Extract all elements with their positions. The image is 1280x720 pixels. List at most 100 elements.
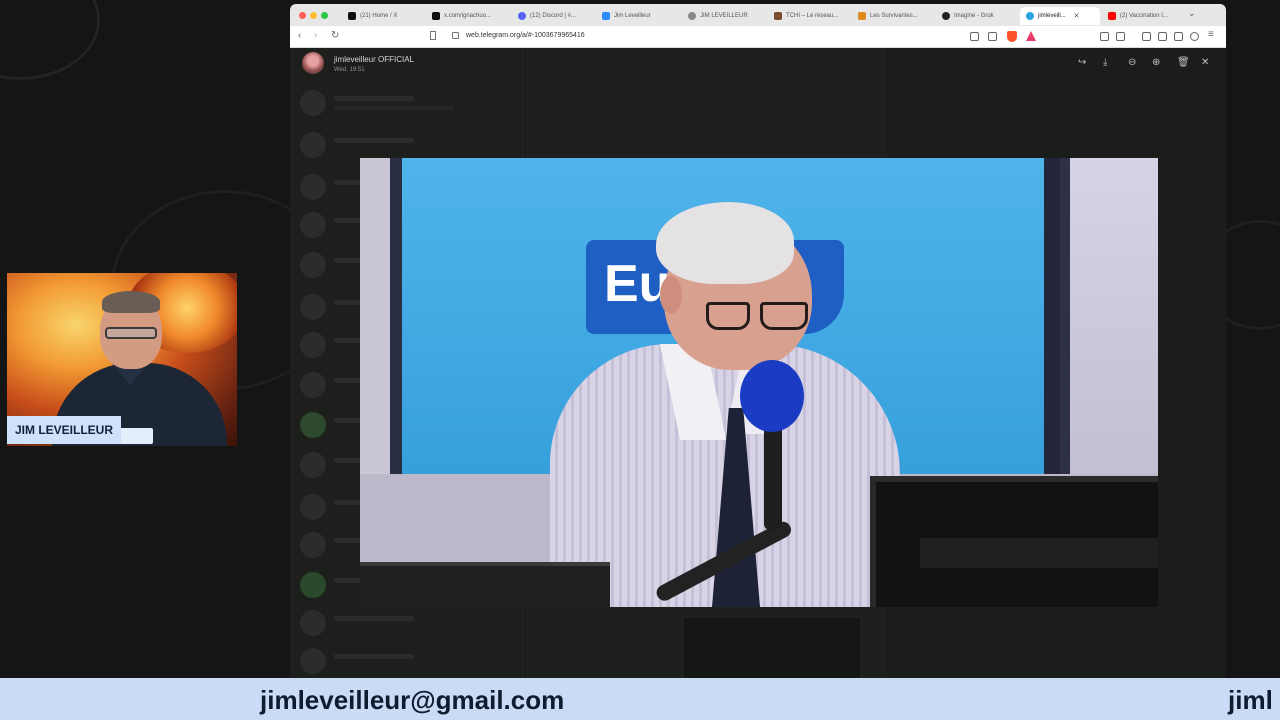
presenter-ear <box>660 276 682 314</box>
share-icon[interactable] <box>988 32 997 41</box>
stream-canvas: (21) Home / X x.com/ignachuo... (12) Dis… <box>0 0 1280 720</box>
message-time: Wed, 19:51 <box>334 67 365 73</box>
close-window-button[interactable] <box>299 12 306 19</box>
tab-label: (12) Discord | #... <box>530 13 576 19</box>
contact-ticker: jimleveilleur@gmail.com jiml <box>0 678 1280 720</box>
avatar[interactable] <box>302 52 324 74</box>
avatar <box>300 174 326 200</box>
presenter-hair <box>656 202 794 284</box>
extensions-icon[interactable] <box>1100 32 1109 41</box>
bookmark-icon[interactable] <box>430 31 436 40</box>
chat-title-placeholder <box>334 616 414 621</box>
tab-label: JIM LEVEILLEUR <box>700 13 748 19</box>
streamer-name: JIM LEVEILLEUR <box>15 423 114 437</box>
tab-label: jimleveill... <box>1038 13 1066 19</box>
microphone-stand <box>764 420 782 530</box>
avatar <box>300 212 326 238</box>
tab-label: Les Survivantes... <box>870 13 918 19</box>
forward-nav-icon[interactable]: › <box>314 30 317 41</box>
discord-icon <box>518 12 526 20</box>
back-icon[interactable]: ‹ <box>298 30 301 41</box>
ticker-email-repeat: jiml <box>1228 685 1273 715</box>
x-icon <box>432 12 440 20</box>
reader-icon[interactable] <box>1116 32 1125 41</box>
sidebar-icon[interactable] <box>1142 32 1151 41</box>
ticker-email: jimleveilleur@gmail.com <box>260 685 565 715</box>
avatar <box>300 90 326 116</box>
studio-monitor-detail <box>920 538 1158 568</box>
avatar <box>300 494 326 520</box>
address-bar: ‹ › ↻ web.telegram.org/a/#-1003679965416… <box>290 26 1226 48</box>
video-player[interactable]: Eu <box>360 158 1158 607</box>
background-decoration <box>0 0 100 80</box>
streamer-name-plate: JIM LEVEILLEUR <box>7 416 122 444</box>
avatar <box>300 572 326 598</box>
tab-label: (2) Vaccination I... <box>1120 13 1168 19</box>
forward-icon[interactable]: ↪ <box>1078 58 1086 68</box>
list-item[interactable] <box>300 88 510 118</box>
tchi-icon <box>774 12 782 20</box>
leo-icon[interactable] <box>1174 32 1183 41</box>
tab-label: x.com/ignachuo... <box>444 13 492 19</box>
chat-title-placeholder <box>334 138 414 143</box>
avatar <box>300 332 326 358</box>
glasses-icon <box>105 327 157 339</box>
tab-label: Jim Leveilleur <box>614 13 651 19</box>
studio-wall <box>1060 158 1158 498</box>
maximize-window-button[interactable] <box>321 12 328 19</box>
avatar <box>300 372 326 398</box>
url-field[interactable]: web.telegram.org/a/#-1003679965416 <box>466 32 585 39</box>
site-info-icon[interactable] <box>452 32 459 39</box>
zoom-out-icon[interactable]: ⊖ <box>1128 58 1136 68</box>
tab-search-icon[interactable] <box>1158 32 1167 41</box>
tab-discord[interactable]: (12) Discord | #... <box>512 7 596 25</box>
tab-survivantes[interactable]: Les Survivantes... <box>852 7 936 25</box>
avatar <box>300 252 326 278</box>
list-item[interactable] <box>300 608 510 638</box>
close-icon[interactable]: ✕ <box>1201 58 1209 68</box>
chat-preview-placeholder <box>334 106 454 110</box>
avatar <box>300 132 326 158</box>
delete-icon[interactable]: 🗑 <box>1177 58 1190 68</box>
brave-rewards-icon[interactable] <box>1026 31 1036 41</box>
tab-list-chevron-icon[interactable]: ⌄ <box>1188 8 1196 19</box>
tab-tchi[interactable]: TCHI – Le réseau... <box>768 7 852 25</box>
menu-icon[interactable]: ≡ <box>1208 29 1214 40</box>
telegram-icon <box>1026 12 1034 20</box>
tab-telegram-active[interactable]: jimleveill... ✕ <box>1020 7 1100 25</box>
chat-title-placeholder <box>334 654 414 659</box>
grok-icon <box>942 12 950 20</box>
survivantes-icon <box>858 12 866 20</box>
tab-zoom[interactable]: Jim Leveilleur <box>596 7 682 25</box>
tab-jim-leveilleur[interactable]: JIM LEVEILLEUR <box>682 7 768 25</box>
reload-icon[interactable]: ↻ <box>331 30 339 41</box>
x-icon <box>348 12 356 20</box>
tab-grok[interactable]: Imagine - Grok <box>936 7 1020 25</box>
list-item[interactable] <box>300 130 510 160</box>
brave-shields-icon[interactable] <box>1007 31 1017 42</box>
glasses-icon <box>706 302 750 330</box>
chat-title-placeholder <box>334 96 414 101</box>
tab-x-home[interactable]: (21) Home / X <box>342 7 426 25</box>
studio-desk <box>360 562 610 607</box>
cast-icon[interactable] <box>970 32 979 41</box>
zoom-icon <box>602 12 610 20</box>
message-media-thumbnail[interactable] <box>684 618 860 678</box>
glasses-icon <box>760 302 808 330</box>
avatar <box>300 412 326 438</box>
minimize-window-button[interactable] <box>310 12 317 19</box>
tab-youtube[interactable]: (2) Vaccination I... <box>1102 7 1186 25</box>
avatar <box>300 610 326 636</box>
sender-name[interactable]: jimleveilleur OFFICIAL <box>334 55 414 64</box>
user-icon <box>688 12 696 20</box>
zoom-in-icon[interactable]: ⊕ <box>1152 58 1160 68</box>
tab-label: Imagine - Grok <box>954 13 994 19</box>
vpn-icon[interactable] <box>1190 32 1199 41</box>
tab-label: TCHI – Le réseau... <box>786 13 839 19</box>
streamer-hair <box>102 291 160 313</box>
youtube-icon <box>1108 12 1116 20</box>
tab-x-profile[interactable]: x.com/ignachuo... <box>426 7 512 25</box>
list-item[interactable] <box>300 646 510 676</box>
download-icon[interactable]: ⤓ <box>1103 58 1107 68</box>
close-tab-icon[interactable]: ✕ <box>1074 12 1080 20</box>
